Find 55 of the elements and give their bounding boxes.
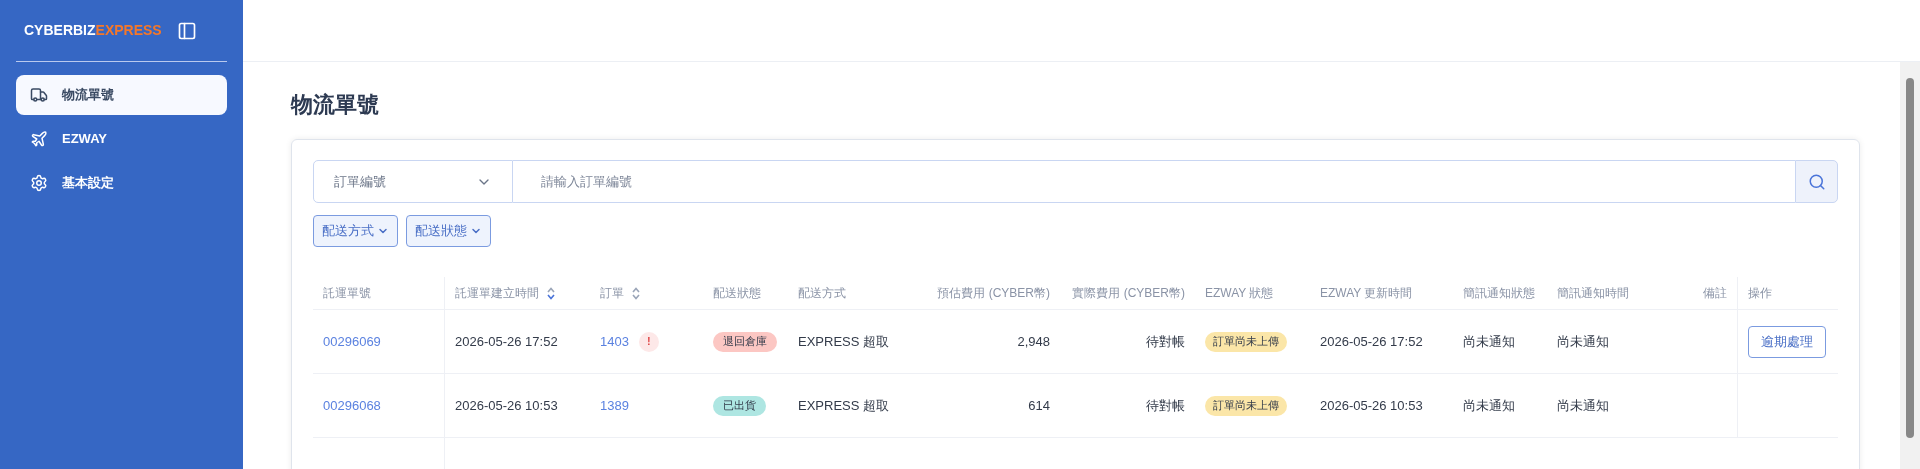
table-cell-text: EXPRESS 超取 (798, 332, 890, 351)
plane-icon (30, 130, 48, 148)
column-header: 操作 (1748, 285, 1772, 302)
table-cell-text: 尚未通知 (1557, 396, 1609, 415)
sidebar-item[interactable]: EZWAY (16, 119, 227, 159)
status-badge: 已出貨 (713, 395, 766, 416)
tracking-number-link[interactable]: 00296068 (323, 395, 381, 416)
table-cell-text: 尚未通知 (1463, 396, 1515, 415)
table-cell-text: 2026-05-26 10:53 (455, 396, 558, 415)
search-input[interactable]: 請輸入訂單編號 (513, 160, 1795, 203)
column-header: EZWAY 狀態 (1205, 285, 1274, 302)
settings-icon (30, 174, 48, 192)
sort-icon[interactable] (632, 286, 640, 300)
table-cell-text: EXPRESS 超取 (798, 396, 890, 415)
column-header: 訂單 (600, 285, 624, 302)
tracking-number-link[interactable]: 00296069 (323, 331, 381, 352)
order-link[interactable]: 1403 (600, 331, 629, 352)
column-header: 託運單號 (323, 285, 371, 302)
search-button[interactable] (1795, 160, 1838, 203)
search-icon (1807, 172, 1826, 191)
filter-dropdown[interactable]: 配送狀態 (406, 215, 491, 247)
ezway-status-badge: 訂單尚未上傳 (1205, 395, 1287, 416)
logo: CYBERBIZEXPRESS (24, 21, 162, 40)
column-header: EZWAY 更新時間 (1320, 285, 1413, 302)
table-cell-text: 尚未通知 (1463, 332, 1515, 351)
scrollbar[interactable] (1900, 62, 1920, 469)
sidebar-item[interactable]: 物流單號 (16, 75, 227, 115)
table-cell-text: 2026-05-26 17:52 (455, 332, 558, 351)
status-badge: 退回倉庫 (713, 331, 777, 352)
column-header: 託運單建立時間 (455, 285, 539, 302)
table-cell-text: 尚未通知 (1557, 332, 1609, 351)
filter-dropdown[interactable]: 配送方式 (313, 215, 398, 247)
table-cell-text: 2026-05-26 10:53 (1320, 396, 1423, 415)
table-cell-text: 待對帳 (1146, 396, 1185, 415)
sidebar-item[interactable]: 基本設定 (16, 163, 227, 203)
search-type-select[interactable]: 訂單編號 (313, 160, 513, 203)
column-header: 簡訊通知狀態 (1463, 285, 1535, 302)
truck-icon (30, 86, 48, 104)
table-cell-text: 614 (1028, 396, 1050, 415)
table-cell-text: 2,948 (1017, 332, 1050, 351)
column-header: 配送方式 (798, 285, 846, 302)
alert-badge: ! (638, 331, 659, 352)
column-header: 預估費用 (CYBER幣) (937, 285, 1050, 302)
column-header: 配送狀態 (713, 285, 761, 302)
column-header: 簡訊通知時間 (1557, 285, 1629, 302)
table-cell-text: 2026-05-26 17:52 (1320, 332, 1423, 351)
overdue-handling-button[interactable]: 逾期處理 (1748, 325, 1826, 358)
order-link[interactable]: 1389 (600, 395, 629, 416)
column-header: 實際費用 (CYBER幣) (1072, 285, 1185, 302)
table-cell-text: 待對帳 (1146, 332, 1185, 351)
sort-icon[interactable] (547, 286, 555, 300)
ezway-status-badge: 訂單尚未上傳 (1205, 331, 1287, 352)
page-title: 物流單號 (291, 91, 380, 119)
sidebar-toggle-icon[interactable] (177, 20, 197, 41)
column-header: 備註 (1703, 285, 1727, 302)
